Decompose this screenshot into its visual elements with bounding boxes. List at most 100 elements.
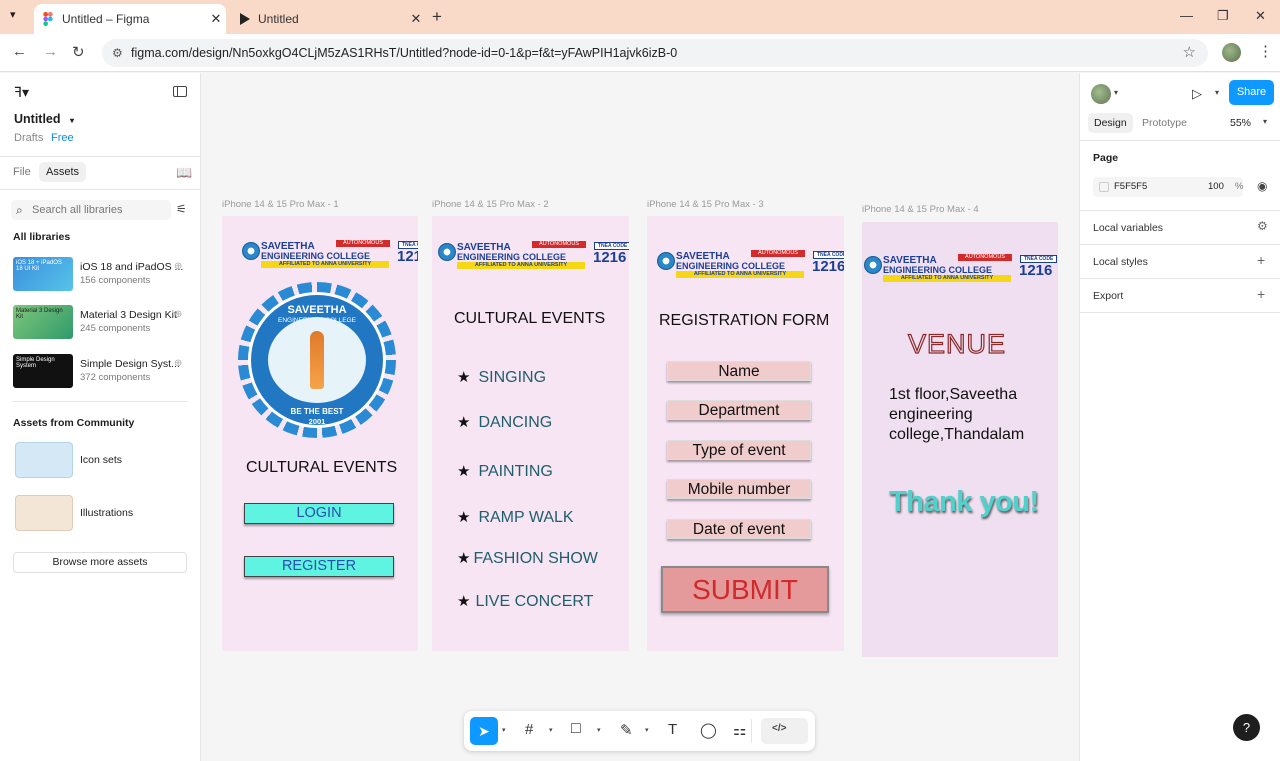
minimize-icon[interactable]: — xyxy=(1180,8,1193,23)
chevron-down-icon[interactable]: ▾ xyxy=(549,726,553,734)
community-name: Illustrations xyxy=(80,507,134,519)
kebab-menu-icon[interactable]: ⋮ xyxy=(1258,42,1273,60)
browser-tab-untitled[interactable]: Untitled ✕ xyxy=(232,4,426,34)
file-name[interactable]: Untitled ▾ xyxy=(14,112,74,126)
design-canvas[interactable]: iPhone 14 & 15 Pro Max - 1 iPhone 14 & 1… xyxy=(201,73,1079,761)
pen-tool-icon[interactable]: ✎ xyxy=(620,721,633,739)
event-item[interactable]: ★ LIVE CONCERT xyxy=(457,592,593,611)
frame-tool-icon[interactable]: # xyxy=(525,721,533,738)
library-item[interactable]: iOS 18 + iPadOS 18 UI Kit iOS 18 and iPa… xyxy=(13,257,193,291)
comment-tool-icon[interactable]: ◯ xyxy=(700,721,717,739)
library-book-icon[interactable]: 📖 xyxy=(176,165,192,181)
event-item[interactable]: ★ DANCING xyxy=(457,413,552,432)
login-button[interactable]: LOGIN xyxy=(244,503,394,524)
name-field[interactable]: Name xyxy=(667,361,811,381)
rectangle-tool-icon[interactable]: □ xyxy=(571,720,581,738)
phone-frame-2[interactable]: SAVEETHA ENGINEERING COLLEGE AUTONOMOUS … xyxy=(432,216,629,651)
filter-icon[interactable]: ⚟ xyxy=(176,202,187,216)
new-tab-icon[interactable]: + xyxy=(432,7,442,27)
illustrations-thumbnail xyxy=(15,495,73,531)
drafts-link[interactable]: Drafts xyxy=(14,132,43,144)
frame-label[interactable]: iPhone 14 & 15 Pro Max - 1 xyxy=(222,199,339,210)
mobile-field[interactable]: Mobile number xyxy=(667,479,811,499)
back-icon[interactable]: ← xyxy=(12,43,27,60)
library-count: 245 components xyxy=(80,323,151,334)
forward-icon[interactable]: → xyxy=(43,43,58,60)
icon-sets-thumbnail xyxy=(15,442,73,478)
divider xyxy=(1080,140,1280,141)
zoom-level[interactable]: 55% xyxy=(1230,117,1251,129)
browse-more-assets-button[interactable]: Browse more assets xyxy=(13,552,187,573)
library-item[interactable]: Simple Design System Simple Design Syst.… xyxy=(13,354,193,388)
close-tab-icon[interactable]: ✕ xyxy=(406,11,426,27)
present-play-icon[interactable]: ▷ xyxy=(1192,86,1202,102)
venue-heading: VENUE xyxy=(907,328,1007,359)
phone-frame-1[interactable]: SAVEETHA ENGINEERING COLLEGE AUTONOMOUS … xyxy=(222,216,418,651)
user-avatar[interactable] xyxy=(1091,84,1111,104)
help-button[interactable]: ? xyxy=(1233,714,1260,741)
dev-mode-toggle[interactable]: </> xyxy=(761,718,808,744)
chevron-down-icon[interactable]: ▾ xyxy=(597,726,601,734)
frame-label[interactable]: iPhone 14 & 15 Pro Max - 3 xyxy=(647,199,764,210)
page-opacity-value[interactable]: 100 xyxy=(1208,181,1224,192)
search-placeholder: Search all libraries xyxy=(32,204,123,216)
move-tool-icon[interactable]: ➤ xyxy=(470,717,498,745)
plan-badge[interactable]: Free xyxy=(51,132,74,144)
divider xyxy=(751,719,752,743)
text-tool-icon[interactable]: T xyxy=(668,721,677,738)
chevron-down-icon[interactable]: ▾ xyxy=(1215,88,1219,97)
tab-assets[interactable]: Assets xyxy=(39,162,87,182)
figma-menu-icon[interactable]: ꟻ▾ xyxy=(14,84,29,101)
event-item[interactable]: ★ SINGING xyxy=(457,368,546,387)
tab-design[interactable]: Design xyxy=(1088,113,1133,133)
page-color-field[interactable]: F5F5F5 100 % xyxy=(1093,177,1243,197)
add-style-plus-icon[interactable]: + xyxy=(1257,252,1265,268)
frame-label[interactable]: iPhone 14 & 15 Pro Max - 2 xyxy=(432,199,549,210)
chevron-down-icon[interactable]: ▾ xyxy=(70,116,74,125)
bookmark-star-icon[interactable]: ☆ xyxy=(1183,39,1196,67)
actions-tool-icon[interactable]: ⚏ xyxy=(733,721,746,739)
profile-avatar[interactable] xyxy=(1222,43,1241,62)
toggle-sidebar-icon[interactable] xyxy=(173,86,187,97)
share-button[interactable]: Share xyxy=(1229,80,1274,105)
maximize-icon[interactable]: ❐ xyxy=(1217,8,1229,24)
local-variables-row[interactable]: Local variables xyxy=(1093,222,1163,234)
submit-button[interactable]: SUBMIT xyxy=(661,566,829,613)
chevron-down-icon[interactable]: ▾ xyxy=(645,726,649,734)
left-panel: ꟻ▾ Untitled ▾ Drafts Free File Assets 📖 … xyxy=(0,73,201,761)
chevron-down-icon[interactable]: ▾ xyxy=(502,726,506,734)
event-type-field[interactable]: Type of event xyxy=(667,440,811,460)
phone-frame-3[interactable]: SAVEETHA ENGINEERING COLLEGE AUTONOMOUS … xyxy=(647,216,844,651)
chevron-down-icon[interactable]: ▾ xyxy=(1263,117,1267,126)
reload-icon[interactable]: ↻ xyxy=(72,43,85,61)
search-input[interactable]: ⌕ Search all libraries xyxy=(11,200,171,220)
tab-search-chevron-icon[interactable]: ▾ xyxy=(10,8,16,21)
community-item[interactable]: Icon sets xyxy=(13,442,193,480)
tab-file[interactable]: File xyxy=(13,166,31,178)
chevron-down-icon[interactable]: ▾ xyxy=(1114,88,1118,97)
tab-prototype[interactable]: Prototype xyxy=(1142,117,1187,129)
date-field[interactable]: Date of event xyxy=(667,519,811,539)
event-item[interactable]: ★ FASHION SHOW xyxy=(457,549,598,568)
close-window-icon[interactable]: ✕ xyxy=(1255,8,1266,24)
close-tab-icon[interactable]: ✕ xyxy=(206,11,226,27)
phone-frame-4[interactable]: SAVEETHA ENGINEERING COLLEGE AUTONOMOUS … xyxy=(862,222,1058,657)
library-item[interactable]: Material 3 Design Kit Material 3 Design … xyxy=(13,305,193,339)
event-item[interactable]: ★ RAMP WALK xyxy=(457,508,574,527)
color-swatch[interactable] xyxy=(1099,182,1109,192)
page-color-value[interactable]: F5F5F5 xyxy=(1114,181,1147,192)
event-item[interactable]: ★ PAINTING xyxy=(457,462,553,481)
browser-tab-figma[interactable]: Untitled – Figma ✕ xyxy=(34,4,226,34)
local-styles-row[interactable]: Local styles xyxy=(1093,256,1148,268)
register-button[interactable]: REGISTER xyxy=(244,556,394,577)
eye-icon[interactable]: ◉ xyxy=(1257,179,1267,193)
frame-label[interactable]: iPhone 14 & 15 Pro Max - 4 xyxy=(862,204,979,215)
add-export-plus-icon[interactable]: + xyxy=(1257,286,1265,302)
export-row[interactable]: Export xyxy=(1093,290,1123,302)
site-info-icon[interactable]: ⚙ xyxy=(112,39,123,67)
variables-settings-icon[interactable]: ⚙ xyxy=(1257,219,1268,233)
department-field[interactable]: Department xyxy=(667,400,811,420)
community-item[interactable]: Illustrations xyxy=(13,495,193,533)
college-logo: SAVEETHA ENGINEERING COLLEGE AUTONOMOUS … xyxy=(242,240,418,268)
url-field[interactable]: ⚙ figma.com/design/Nn5oxkgO4CLjM5zAS1RHs… xyxy=(102,39,1208,67)
